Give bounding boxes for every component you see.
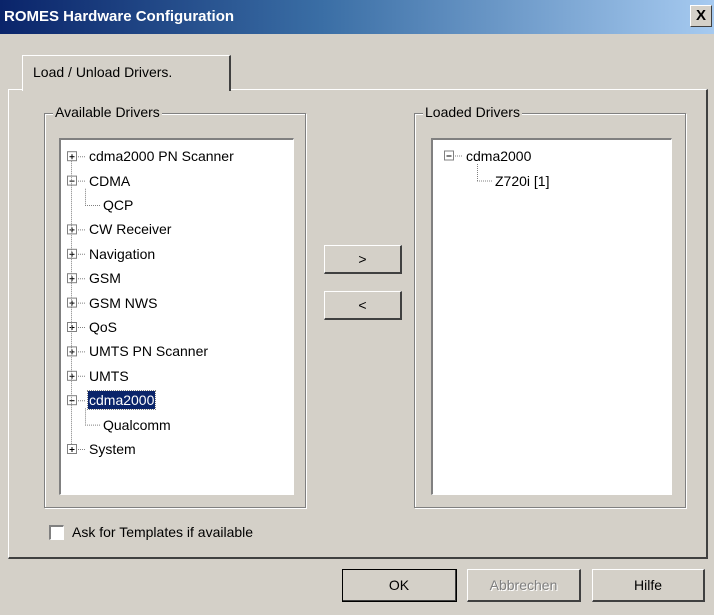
tree-node-label[interactable]: UMTS PN Scanner (88, 342, 209, 360)
cancel-button[interactable]: Abbrechen (467, 569, 581, 602)
collapse-icon[interactable] (444, 150, 454, 161)
tree-node-label[interactable]: cdma2000 (86, 390, 157, 411)
hardware-config-dialog: ROMES Hardware Configuration X Load / Un… (0, 0, 714, 615)
tree-node-label[interactable]: Z720i [1] (494, 172, 550, 190)
loaded-drivers-legend: Loaded Drivers (423, 104, 522, 120)
tree-node-label[interactable]: Navigation (88, 245, 156, 263)
tree-node-label[interactable]: QCP (102, 196, 134, 214)
add-driver-button[interactable]: > (324, 245, 402, 274)
help-button[interactable]: Hilfe (592, 569, 705, 602)
close-icon: X (695, 7, 706, 24)
tree-node-label[interactable]: System (88, 440, 137, 458)
available-drivers-legend: Available Drivers (53, 104, 162, 120)
tree-lines (444, 150, 492, 182)
title-bar[interactable]: ROMES Hardware Configuration X (0, 0, 714, 34)
tree-node-label[interactable]: cdma2000 PN Scanner (88, 147, 235, 165)
remove-driver-button[interactable]: < (324, 291, 402, 320)
tree-node-label[interactable]: GSM NWS (88, 294, 158, 312)
ok-button[interactable]: OK (342, 569, 457, 602)
available-drivers-tree[interactable]: cdma2000 PN Scanner CDMA QCP CW Receiver Nav… (59, 138, 294, 495)
window-title: ROMES Hardware Configuration (4, 8, 235, 25)
ask-templates-checkbox[interactable] (49, 525, 64, 540)
tree-node-label[interactable]: Qualcomm (102, 416, 172, 434)
tree-node-label[interactable]: CW Receiver (88, 220, 172, 238)
tab-label: Load / Unload Drivers. (33, 64, 173, 80)
loaded-drivers-tree[interactable]: cdma2000 Z720i [1] (431, 138, 672, 495)
tree-node-label[interactable]: CDMA (88, 172, 131, 190)
tab-load-unload-drivers[interactable]: Load / Unload Drivers. (22, 55, 231, 91)
expand-icon[interactable] (67, 151, 77, 162)
tree-node-label[interactable]: QoS (88, 318, 118, 336)
tree-node-label[interactable]: UMTS (88, 367, 130, 385)
expand-icon[interactable] (67, 444, 77, 454)
tree-node-label[interactable]: GSM (88, 269, 122, 287)
ask-templates-label[interactable]: Ask for Templates if available (72, 524, 253, 540)
close-button[interactable]: X (690, 5, 712, 27)
tree-node-label[interactable]: cdma2000 (465, 147, 532, 165)
